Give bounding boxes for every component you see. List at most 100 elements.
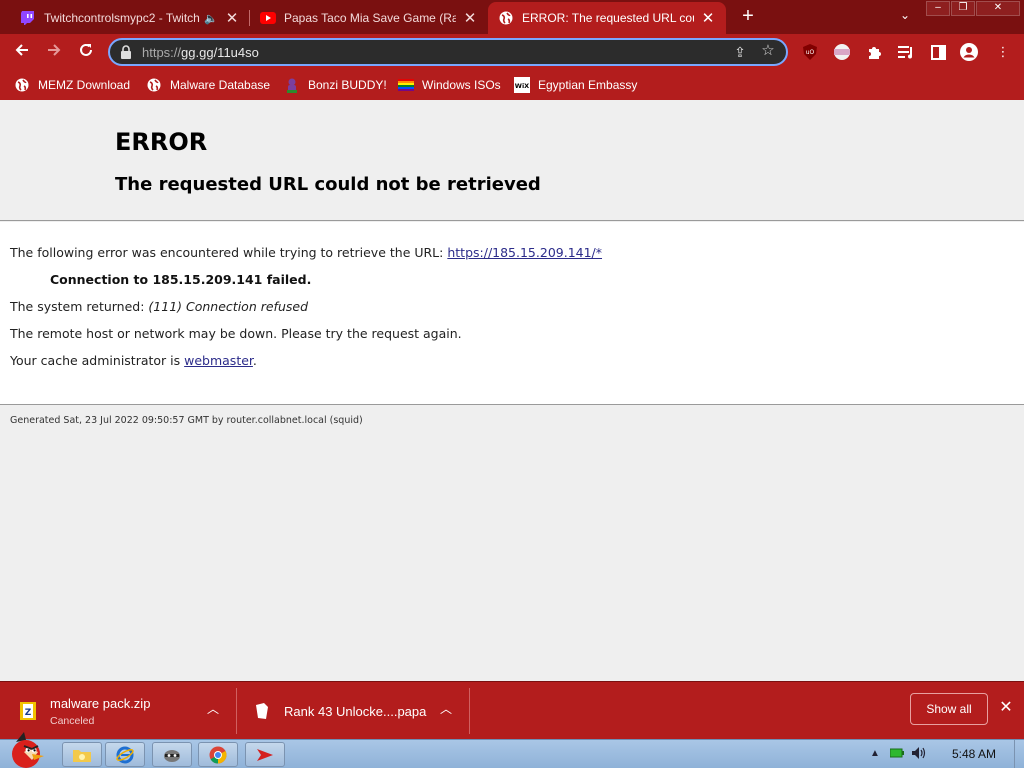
window-controls: – ❐ ✕ <box>925 1 1020 16</box>
bookmark-label: Bonzi BUDDY! <box>308 78 387 92</box>
share-icon[interactable]: ⇪ <box>732 44 748 60</box>
page-content: ERROR The requested URL could not be ret… <box>0 100 1024 681</box>
side-panel-icon[interactable] <box>929 43 947 61</box>
media-playlist-icon[interactable] <box>897 43 915 61</box>
volume-icon[interactable] <box>912 746 926 760</box>
system-tray: ▲ <box>868 746 934 760</box>
tab-title: ERROR: The requested URL could not be re… <box>522 11 694 25</box>
error-code: (111) Connection refused <box>148 299 308 314</box>
error-retry-hint: The remote host or network may be down. … <box>10 326 462 341</box>
raccoon-app-icon <box>164 749 180 762</box>
error-cache-admin: Your cache administrator is webmaster. <box>10 353 257 368</box>
download-item-malware-pack[interactable]: Z malware pack.zip Canceled <box>20 690 230 732</box>
taskbar-explorer-folder[interactable] <box>62 742 102 767</box>
svg-text:Z: Z <box>25 708 32 718</box>
error-connection-failed: Connection to 185.15.209.141 failed. <box>50 272 312 287</box>
chevron-up-icon[interactable]: ︿ <box>206 702 220 716</box>
globe-icon <box>14 77 30 93</box>
ublock-origin-icon[interactable]: uO <box>801 43 819 61</box>
bookmark-malware-database[interactable]: Malware Database <box>146 76 270 94</box>
file-icon <box>254 702 270 720</box>
bonzi-icon <box>284 77 300 93</box>
zip-file-icon: Z <box>20 702 36 720</box>
reload-icon <box>80 43 92 56</box>
error-system-returned: The system returned: (111) Connection re… <box>10 299 308 314</box>
downloads-bar: Z malware pack.zip Canceled ︿ Rank 43 Un… <box>0 681 1024 739</box>
minimize-button[interactable]: – <box>926 1 950 16</box>
kebab-menu-icon[interactable]: ⋮ <box>994 43 1012 61</box>
browser-toolbar: https://gg.gg/11u4so ⇪ ☆ uO ⋮ <box>0 34 1024 70</box>
bookmarks-bar: MEMZ Download Malware Database Bonzi BUD… <box>0 70 1024 100</box>
taskbar-red-app[interactable] <box>245 742 285 767</box>
youtube-icon <box>260 10 276 26</box>
tab-youtube[interactable]: Papas Taco Mia Save Game (Rank ✕ <box>250 2 488 34</box>
profile-avatar-icon[interactable] <box>960 43 978 61</box>
close-tab-icon[interactable]: ✕ <box>224 9 240 27</box>
url-text[interactable]: https://gg.gg/11u4so <box>142 45 259 60</box>
bookmark-windows-isos[interactable]: Windows ISOs <box>398 76 501 94</box>
twitch-icon <box>20 10 36 26</box>
close-window-button[interactable]: ✕ <box>976 1 1020 16</box>
start-button-angry-bird-icon[interactable] <box>2 730 52 768</box>
chevron-up-icon[interactable]: ︿ <box>439 702 453 716</box>
bookmark-label: Windows ISOs <box>422 78 501 92</box>
reload-button[interactable] <box>76 42 96 62</box>
download-separator <box>469 688 470 734</box>
bookmark-label: Malware Database <box>170 78 271 92</box>
download-status: Canceled <box>50 714 95 727</box>
taskbar: ▲ 5:48 AM <box>0 732 1024 768</box>
error-subtitle: The requested URL could not be retrieved <box>115 174 541 195</box>
battery-icon[interactable] <box>890 746 904 760</box>
taskbar-app-raccoon[interactable] <box>152 742 192 767</box>
taskbar-chrome[interactable] <box>198 742 238 767</box>
bookmark-star-icon[interactable]: ☆ <box>760 43 776 59</box>
show-desktop-button[interactable] <box>1014 740 1024 768</box>
lock-icon[interactable] <box>120 45 132 59</box>
show-hidden-icons-icon[interactable]: ▲ <box>868 746 882 760</box>
internet-explorer-icon <box>116 746 134 763</box>
tab-search-chevron-icon[interactable]: ⌄ <box>896 8 914 26</box>
globe-icon <box>498 10 514 26</box>
download-item-rank43[interactable]: Rank 43 Unlocke....papa <box>254 690 454 732</box>
error-title: ERROR <box>115 128 208 156</box>
close-downloads-bar-icon[interactable]: ✕ <box>998 700 1014 716</box>
taskbar-clock[interactable]: 5:48 AM <box>952 747 996 761</box>
folder-icon <box>73 749 91 762</box>
new-tab-button[interactable]: + <box>738 6 758 26</box>
bookmark-label: Egyptian Embassy <box>538 78 638 92</box>
error-body: The following error was encountered whil… <box>0 222 1024 405</box>
error-header: ERROR The requested URL could not be ret… <box>0 100 1024 221</box>
webmaster-link[interactable]: webmaster <box>184 353 253 368</box>
tab-twitch[interactable]: Twitchcontrolsmypc2 - Twitch 🔈 ✕ <box>10 2 250 34</box>
forward-arrow-icon <box>48 44 61 56</box>
error-url-link[interactable]: https://185.15.209.141/* <box>447 245 602 260</box>
bookmark-label: MEMZ Download <box>38 78 131 92</box>
address-bar[interactable]: https://gg.gg/11u4so ⇪ ☆ <box>108 38 788 66</box>
wix-icon: WiX <box>514 77 530 93</box>
close-tab-icon[interactable]: ✕ <box>462 9 478 27</box>
speaker-icon[interactable]: 🔈 <box>204 12 218 25</box>
extension-flag-icon[interactable] <box>833 43 851 61</box>
download-separator <box>236 688 237 734</box>
globe-icon <box>146 77 162 93</box>
bookmark-egyptian-embassy[interactable]: WiX Egyptian Embassy <box>514 76 637 94</box>
show-all-downloads-button[interactable]: Show all <box>910 693 988 725</box>
rainbow-flag-icon <box>398 77 414 93</box>
bookmark-bonzi-buddy[interactable]: Bonzi BUDDY! <box>284 76 387 94</box>
forward-button[interactable] <box>44 42 64 62</box>
tab-title: Twitchcontrolsmypc2 - Twitch <box>44 11 200 25</box>
chrome-icon <box>209 746 227 764</box>
tab-error-active[interactable]: ERROR: The requested URL could not be re… <box>488 2 726 34</box>
generated-footer: Generated Sat, 23 Jul 2022 09:50:57 GMT … <box>10 415 363 426</box>
error-line-url: The following error was encountered whil… <box>10 245 603 260</box>
back-arrow-icon <box>15 44 28 56</box>
taskbar-internet-explorer[interactable] <box>105 742 145 767</box>
back-button[interactable] <box>12 42 32 62</box>
extensions-puzzle-icon[interactable] <box>865 43 883 61</box>
svg-text:WiX: WiX <box>515 82 529 90</box>
download-filename: Rank 43 Unlocke....papa <box>284 703 427 719</box>
restore-button[interactable]: ❐ <box>951 1 975 16</box>
bookmark-memz-download[interactable]: MEMZ Download <box>14 76 130 94</box>
tab-strip: Twitchcontrolsmypc2 - Twitch 🔈 ✕ Papas T… <box>0 0 1024 34</box>
close-tab-icon[interactable]: ✕ <box>700 9 716 27</box>
